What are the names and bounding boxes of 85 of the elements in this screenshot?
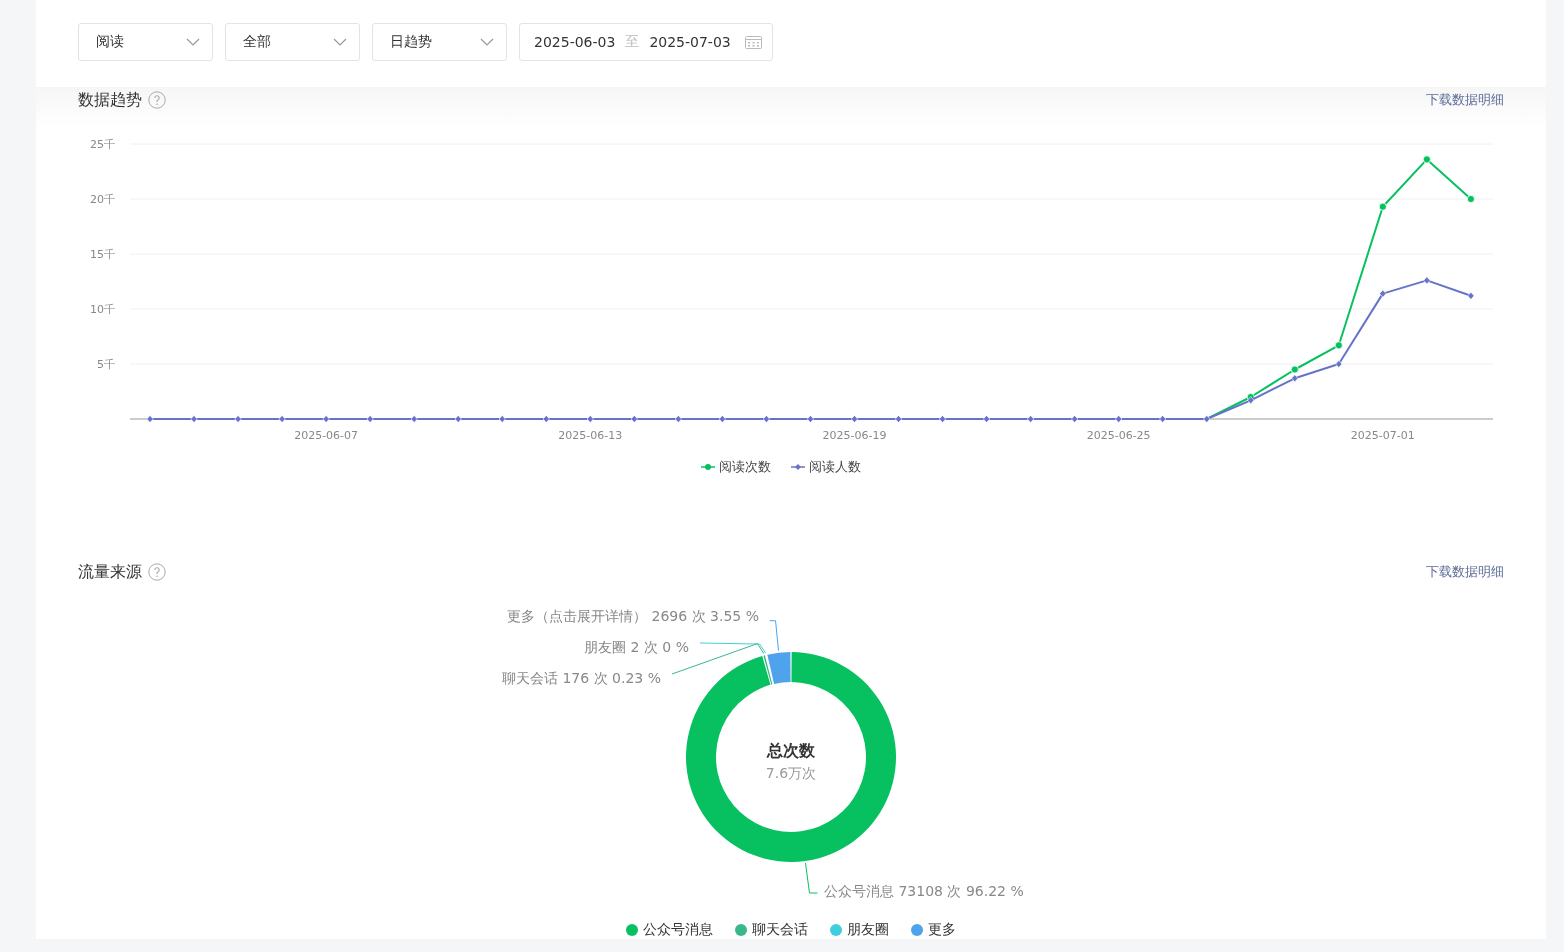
data-point [322,415,330,423]
section-title: 数据趋势 [78,89,142,111]
leader-line [769,620,780,652]
donut-slice[interactable] [686,652,896,862]
y-axis-label: 5千 [97,358,115,371]
end-date: 2025-07-03 [649,34,731,50]
legend-label: 聊天会话 [752,921,808,939]
data-point [895,415,902,423]
legend-item[interactable]: 阅读人数 [791,458,861,476]
legend-label: 朋友圈 [847,921,889,939]
y-axis-label: 20千 [90,193,115,206]
legend-item[interactable]: 阅读次数 [701,458,771,476]
date-range-field[interactable]: 2025-06-03 至 2025-07-03 [519,23,773,61]
y-axis-label: 15千 [90,248,115,261]
data-point [1378,202,1387,211]
calendar-icon [744,35,762,49]
dropdown-select[interactable]: 日趋势 [372,23,507,61]
y-axis-label: 10千 [90,303,115,316]
data-point [146,415,154,423]
x-axis-label: 2025-06-19 [822,429,887,442]
legend-label: 阅读人数 [809,458,861,476]
slice-label: 更多（点击展开详情） 2696 次 3.55 % [507,608,759,624]
data-point [939,415,947,423]
x-axis-label: 2025-06-07 [294,429,359,442]
caret-icon [333,38,347,46]
data-point [718,415,726,423]
caret-icon [480,38,494,46]
data-point [762,415,770,423]
donut-center-value: 7.6万次 [765,765,817,781]
data-point [674,415,682,423]
data-point [234,415,242,423]
data-point [1467,291,1475,300]
data-point [278,415,286,423]
data-point [1290,365,1299,374]
data-point [851,415,858,423]
data-point [1335,360,1343,368]
x-axis-label: 2025-07-01 [1350,429,1415,442]
data-point [1422,155,1431,164]
data-point [630,415,638,423]
donut-center-title: 总次数 [767,741,815,760]
legend-item[interactable]: 聊天会话 [735,921,808,939]
legend-marker-icon [791,463,805,471]
data-point [1115,415,1123,423]
data-point [1334,341,1343,350]
donut-slice[interactable] [763,655,773,685]
caret-icon [186,38,200,46]
data-point [1466,195,1475,203]
data-point [366,415,374,423]
start-date: 2025-06-03 [534,34,616,50]
data-point [498,415,506,423]
legend-label: 公众号消息 [643,921,713,939]
legend-label: 阅读次数 [719,458,771,476]
slice-label: 朋友圈 2 次 0 % [584,639,689,655]
data-point [983,415,991,423]
data-point [1159,415,1167,423]
data-point [542,415,550,423]
help-icon[interactable] [148,563,166,581]
leader-line [805,862,818,894]
data-point [1071,415,1079,423]
data-point [1423,276,1431,285]
donut-slice[interactable] [767,652,791,684]
slice-label: 公众号消息 73108 次 96.22 % [824,883,1024,899]
download-link[interactable]: 下载数据明细 [1426,91,1504,109]
data-point [1203,415,1211,423]
data-point [1379,289,1387,298]
slice-label: 聊天会话 176 次 0.23 % [502,670,661,686]
help-icon[interactable] [148,91,166,109]
data-point [806,415,814,423]
x-axis-label: 2025-06-25 [1086,429,1151,442]
data-point [454,415,462,423]
x-axis-label: 2025-06-13 [558,429,623,442]
data-point [410,415,418,423]
data-point [190,415,198,423]
legend-item[interactable]: 朋友圈 [830,921,889,939]
data-point [586,415,594,423]
legend-item[interactable]: 公众号消息 [626,921,713,939]
legend-item[interactable]: 更多 [911,921,956,939]
dropdown-select[interactable]: 阅读 [78,23,213,61]
download-link[interactable]: 下载数据明细 [1426,563,1504,581]
dropdown-select[interactable]: 全部 [225,23,360,61]
legend-marker-icon [701,463,715,471]
section-title: 流量来源 [78,561,142,583]
data-point [1027,415,1035,423]
range-separator: 至 [625,33,640,51]
y-axis-label: 25千 [90,138,115,151]
